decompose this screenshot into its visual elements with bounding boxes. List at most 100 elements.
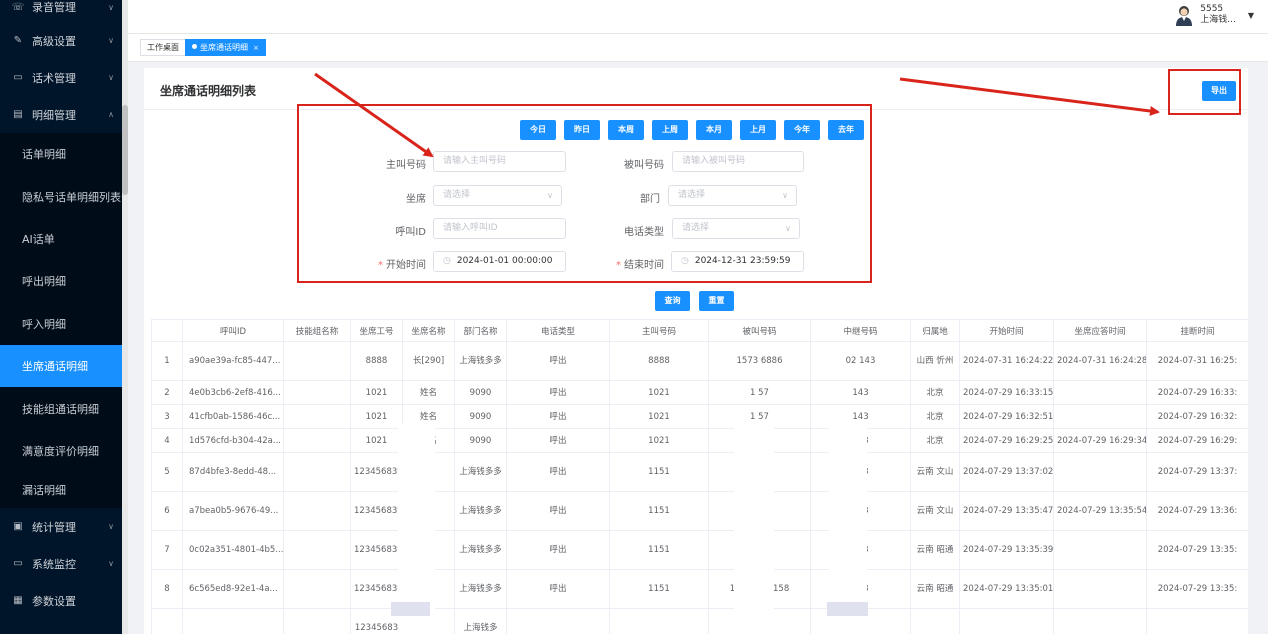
table-cell	[1053, 404, 1147, 429]
column-header[interactable]: 中继号码	[810, 319, 911, 342]
column-header	[151, 319, 183, 342]
table-cell: 2024-07-31 16:25:	[1146, 341, 1248, 381]
sidebar-sub-item[interactable]: 漏话明细	[0, 472, 122, 509]
tab-label: 工作桌面	[147, 43, 179, 52]
table-row[interactable]: 6a7bea0b5-9676-49...123456839丽上海钱多多呼出115…	[151, 491, 1248, 531]
table-cell	[283, 341, 351, 381]
sidebar-item-label: 高级设置	[32, 34, 76, 48]
sidebar-item-params[interactable]: ▦ 参数设置	[0, 582, 122, 619]
column-header[interactable]: 主叫号码	[609, 319, 709, 342]
table-cell: 呼出	[506, 341, 610, 381]
table-cell: 2	[151, 380, 183, 405]
table-cell: 9090	[454, 404, 507, 429]
sidebar-sub-item-active[interactable]: 坐席通话明细	[0, 344, 122, 388]
table-cell: 云南 文山	[910, 452, 960, 492]
table-cell: 2024-07-29 16:29:	[1146, 428, 1248, 453]
sidebar-item-stats[interactable]: ▣ 统计管理 ∨	[0, 508, 122, 545]
sidebar-sub-item[interactable]: 满意度评价明细	[0, 429, 122, 473]
table-row[interactable]: 587d4bfe3-8edd-48...123456839丽上海钱多多呼出115…	[151, 452, 1248, 492]
sidebar-sub-item[interactable]: AI话单	[0, 217, 122, 261]
table-cell: 2024-07-29 13:35:39	[959, 530, 1054, 570]
table-cell: 4	[151, 428, 183, 453]
table-cell: a7bea0b5-9676-49...	[182, 491, 284, 531]
table-cell: 1151	[609, 452, 709, 492]
avatar	[1176, 6, 1193, 26]
tab-workbench[interactable]: 工作桌面	[140, 39, 186, 56]
table-cell: 2024-07-29 13:37:02	[959, 452, 1054, 492]
table-cell: 3	[151, 404, 183, 429]
sidebar-item-label: 录音管理	[32, 1, 76, 14]
column-header[interactable]: 被叫号码	[708, 319, 811, 342]
table-cell: 上海钱多	[454, 608, 507, 634]
chevron-down-icon: ∨	[108, 522, 114, 532]
table-row[interactable]: 2 4e0b3cb6-2ef8-416... 1021 姓名 9090 呼出 1021 1 5…	[151, 380, 1248, 405]
table-cell: 9090	[454, 428, 507, 453]
table-cell: 1151	[609, 530, 709, 570]
column-header[interactable]: 部门名称	[454, 319, 507, 342]
user-info: 5555 上海钱...	[1200, 4, 1236, 26]
table-cell	[910, 608, 960, 634]
sidebar-scrollbar-track[interactable]	[122, 0, 128, 634]
sidebar-item-advanced[interactable]: ✎ 高级设置 ∨	[0, 22, 122, 59]
sidebar-item-monitor[interactable]: ▭ 系统监控 ∨	[0, 545, 122, 582]
table-cell: 8888	[350, 341, 403, 381]
sidebar-sub-item[interactable]: 呼入明细	[0, 302, 122, 345]
caret-down-icon[interactable]: ▼	[1248, 11, 1254, 20]
table-cell: 上海钱多多	[454, 452, 507, 492]
tab-agent-call-details[interactable]: 坐席通话明细 ×	[185, 39, 266, 56]
sidebar-sub-item[interactable]: 话单明细	[0, 133, 122, 176]
table-cell: 2024-07-29 16:29:25	[959, 428, 1054, 453]
table-cell	[283, 380, 351, 405]
column-header[interactable]: 坐席名称	[402, 319, 455, 342]
column-header[interactable]: 归属地	[910, 319, 960, 342]
close-icon[interactable]: ×	[253, 44, 259, 52]
sidebar-sub-item[interactable]: 隐私号话单明细列表	[0, 175, 122, 218]
column-header[interactable]: 坐席工号	[350, 319, 403, 342]
table-row[interactable]: 70c02a351-4801-4b5...123456839丽上海钱多多呼出11…	[151, 530, 1248, 570]
table-row[interactable]: 1 a90ae39a-fc85-447... 8888 长[290] 上海钱多多 呼出 88…	[151, 341, 1248, 381]
column-header[interactable]: 电话类型	[506, 319, 610, 342]
table-row[interactable]: 41d576cfd-b304-42a...1021姓名9090呼出10211 5…	[151, 428, 1248, 453]
sidebar: ☏ 录音管理 ∨ ✎ 高级设置 ∨ ▭ 话术管理 ∨ ▤ 明细管理 ∧ 话单明细…	[0, 0, 122, 634]
table-cell: 2024-07-29 16:32:51	[959, 404, 1054, 429]
table-cell: 1021	[609, 428, 709, 453]
table-cell: 上海钱多多	[454, 530, 507, 570]
chevron-down-icon: ∨	[108, 2, 114, 12]
pen-icon: ✎	[13, 35, 23, 46]
table-cell	[283, 530, 351, 570]
masked-region	[734, 423, 774, 634]
table-cell: 6	[151, 491, 183, 531]
table-cell: 山西 忻州	[910, 341, 960, 381]
sidebar-item-details[interactable]: ▤ 明细管理 ∧	[0, 96, 122, 133]
query-button[interactable]: 查询	[655, 291, 690, 311]
table-row[interactable]: 12345683 上海钱多	[151, 608, 1248, 634]
table-row[interactable]: 3 41cfb0ab-1586-46c... 1021 姓名 9090 呼出 1021 1 5…	[151, 404, 1248, 429]
sidebar-scrollbar-thumb[interactable]	[122, 105, 128, 195]
sidebar-item-recording[interactable]: ☏ 录音管理 ∨	[0, 0, 122, 22]
table-cell: 呼出	[506, 491, 610, 531]
column-header[interactable]: 技能组名称	[283, 319, 351, 342]
column-header[interactable]: 挂断时间	[1146, 319, 1248, 342]
table-cell: 2024-07-29 16:33:15	[959, 380, 1054, 405]
table-cell: 1021	[350, 428, 403, 453]
chevron-down-icon: ∨	[108, 73, 114, 82]
sidebar-sub-item[interactable]: 技能组通话明细	[0, 387, 122, 430]
sidebar-item-scripts[interactable]: ▭ 话术管理 ∨	[0, 59, 122, 96]
annotation-box-export	[1168, 69, 1241, 115]
column-header[interactable]: 坐席应答时间	[1053, 319, 1147, 342]
reset-button[interactable]: 重置	[699, 291, 734, 311]
column-header[interactable]: 开始时间	[959, 319, 1054, 342]
table-cell	[283, 608, 351, 634]
table-row[interactable]: 86c565ed8-92e1-4a...123456839...上海钱多多呼出1…	[151, 569, 1248, 609]
chevron-down-icon: ∨	[108, 559, 114, 569]
column-header[interactable]: 呼叫ID	[182, 319, 284, 342]
table-cell: 123456839	[350, 491, 403, 531]
table-cell: 1151	[609, 569, 709, 609]
table-cell: 上海钱多多	[454, 491, 507, 531]
user-menu[interactable]: 5555 上海钱... ▼	[1174, 4, 1254, 26]
table-cell: 2024-07-31 16:24:28	[1053, 341, 1147, 381]
sidebar-sub-item[interactable]: 呼出明细	[0, 260, 122, 303]
table-cell: 呼出	[506, 530, 610, 570]
top-header: 5555 上海钱... ▼	[128, 0, 1268, 34]
table-cell: 7	[151, 530, 183, 570]
